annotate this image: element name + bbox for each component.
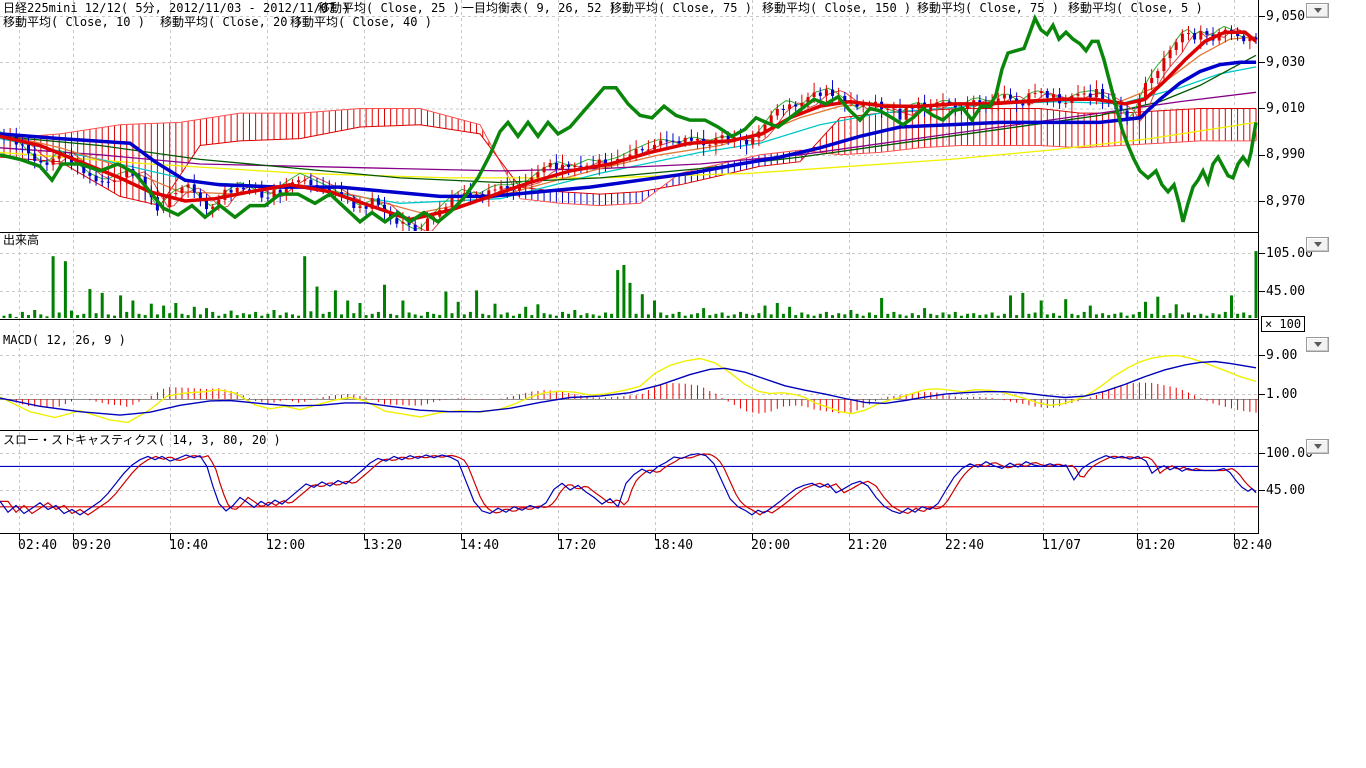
stoch-panel-menu-button[interactable] — [1306, 439, 1329, 454]
price-ytick: 9,010 — [1266, 102, 1305, 115]
chart-canvas[interactable] — [0, 0, 1366, 768]
volume-multiplier-box: × 100 — [1261, 316, 1305, 332]
price-ytick: 9,030 — [1266, 56, 1305, 69]
chevron-down-icon — [1314, 342, 1322, 347]
macd-panel-label: MACD( 12, 26, 9 ) — [3, 334, 126, 347]
chart-title: 日経225mini 12/12( 5分, 2012/11/03 - 2012/1… — [3, 2, 350, 15]
volume-panel-label: 出来高 — [3, 234, 39, 247]
time-axis-label: 12:00 — [266, 539, 305, 552]
legend-ma25: 移動平均( Close, 25 ) — [318, 2, 460, 15]
legend-ma75: 移動平均( Close, 75 ) — [610, 2, 752, 15]
time-axis-label: 09:20 — [72, 539, 111, 552]
chevron-down-icon — [1314, 8, 1322, 13]
time-axis-label: 13:20 — [363, 539, 402, 552]
time-axis-label: 10:40 — [169, 539, 208, 552]
macd-panel-menu-button[interactable] — [1306, 337, 1329, 352]
price-ytick: 8,970 — [1266, 195, 1305, 208]
stoch-ytick: 45.00 — [1266, 484, 1305, 497]
price-ytick: 8,990 — [1266, 148, 1305, 161]
time-axis-label: 21:20 — [848, 539, 887, 552]
time-axis-label: 20:00 — [751, 539, 790, 552]
time-axis-label: 11/07 — [1042, 539, 1081, 552]
time-axis-label: 14:40 — [460, 539, 499, 552]
legend-ma75-2: 移動平均( Close, 75 ) — [917, 2, 1059, 15]
legend-ma150: 移動平均( Close, 150 ) — [762, 2, 911, 15]
time-axis-label: 17:20 — [557, 539, 596, 552]
legend-ma5: 移動平均( Close, 5 ) — [1068, 2, 1203, 15]
price-panel-menu-button[interactable] — [1306, 3, 1329, 18]
chevron-down-icon — [1314, 242, 1322, 247]
volume-panel-menu-button[interactable] — [1306, 237, 1329, 252]
legend-ma40: 移動平均( Close, 40 ) — [290, 16, 432, 29]
time-axis-label: 18:40 — [654, 539, 693, 552]
chevron-down-icon — [1314, 444, 1322, 449]
volume-ytick: 45.00 — [1266, 285, 1305, 298]
price-ytick: 9,050 — [1266, 10, 1305, 23]
legend-ma20: 移動平均( Close, 20 ) — [160, 16, 302, 29]
legend-ichimoku: 一目均衡表( 9, 26, 52 ) — [462, 2, 616, 15]
time-axis-label: 02:40 — [18, 539, 57, 552]
time-axis-label: 01:20 — [1136, 539, 1175, 552]
chart-window: 日経225mini 12/12( 5分, 2012/11/03 - 2012/1… — [0, 0, 1366, 768]
time-axis-label: 22:40 — [945, 539, 984, 552]
time-axis-label: 02:40 — [1233, 539, 1272, 552]
macd-ytick: 9.00 — [1266, 349, 1297, 362]
legend-ma10: 移動平均( Close, 10 ) — [3, 16, 145, 29]
stoch-panel-label: スロー・ストキャスティクス( 14, 3, 80, 20 ) — [3, 434, 281, 447]
macd-ytick: 1.00 — [1266, 388, 1297, 401]
